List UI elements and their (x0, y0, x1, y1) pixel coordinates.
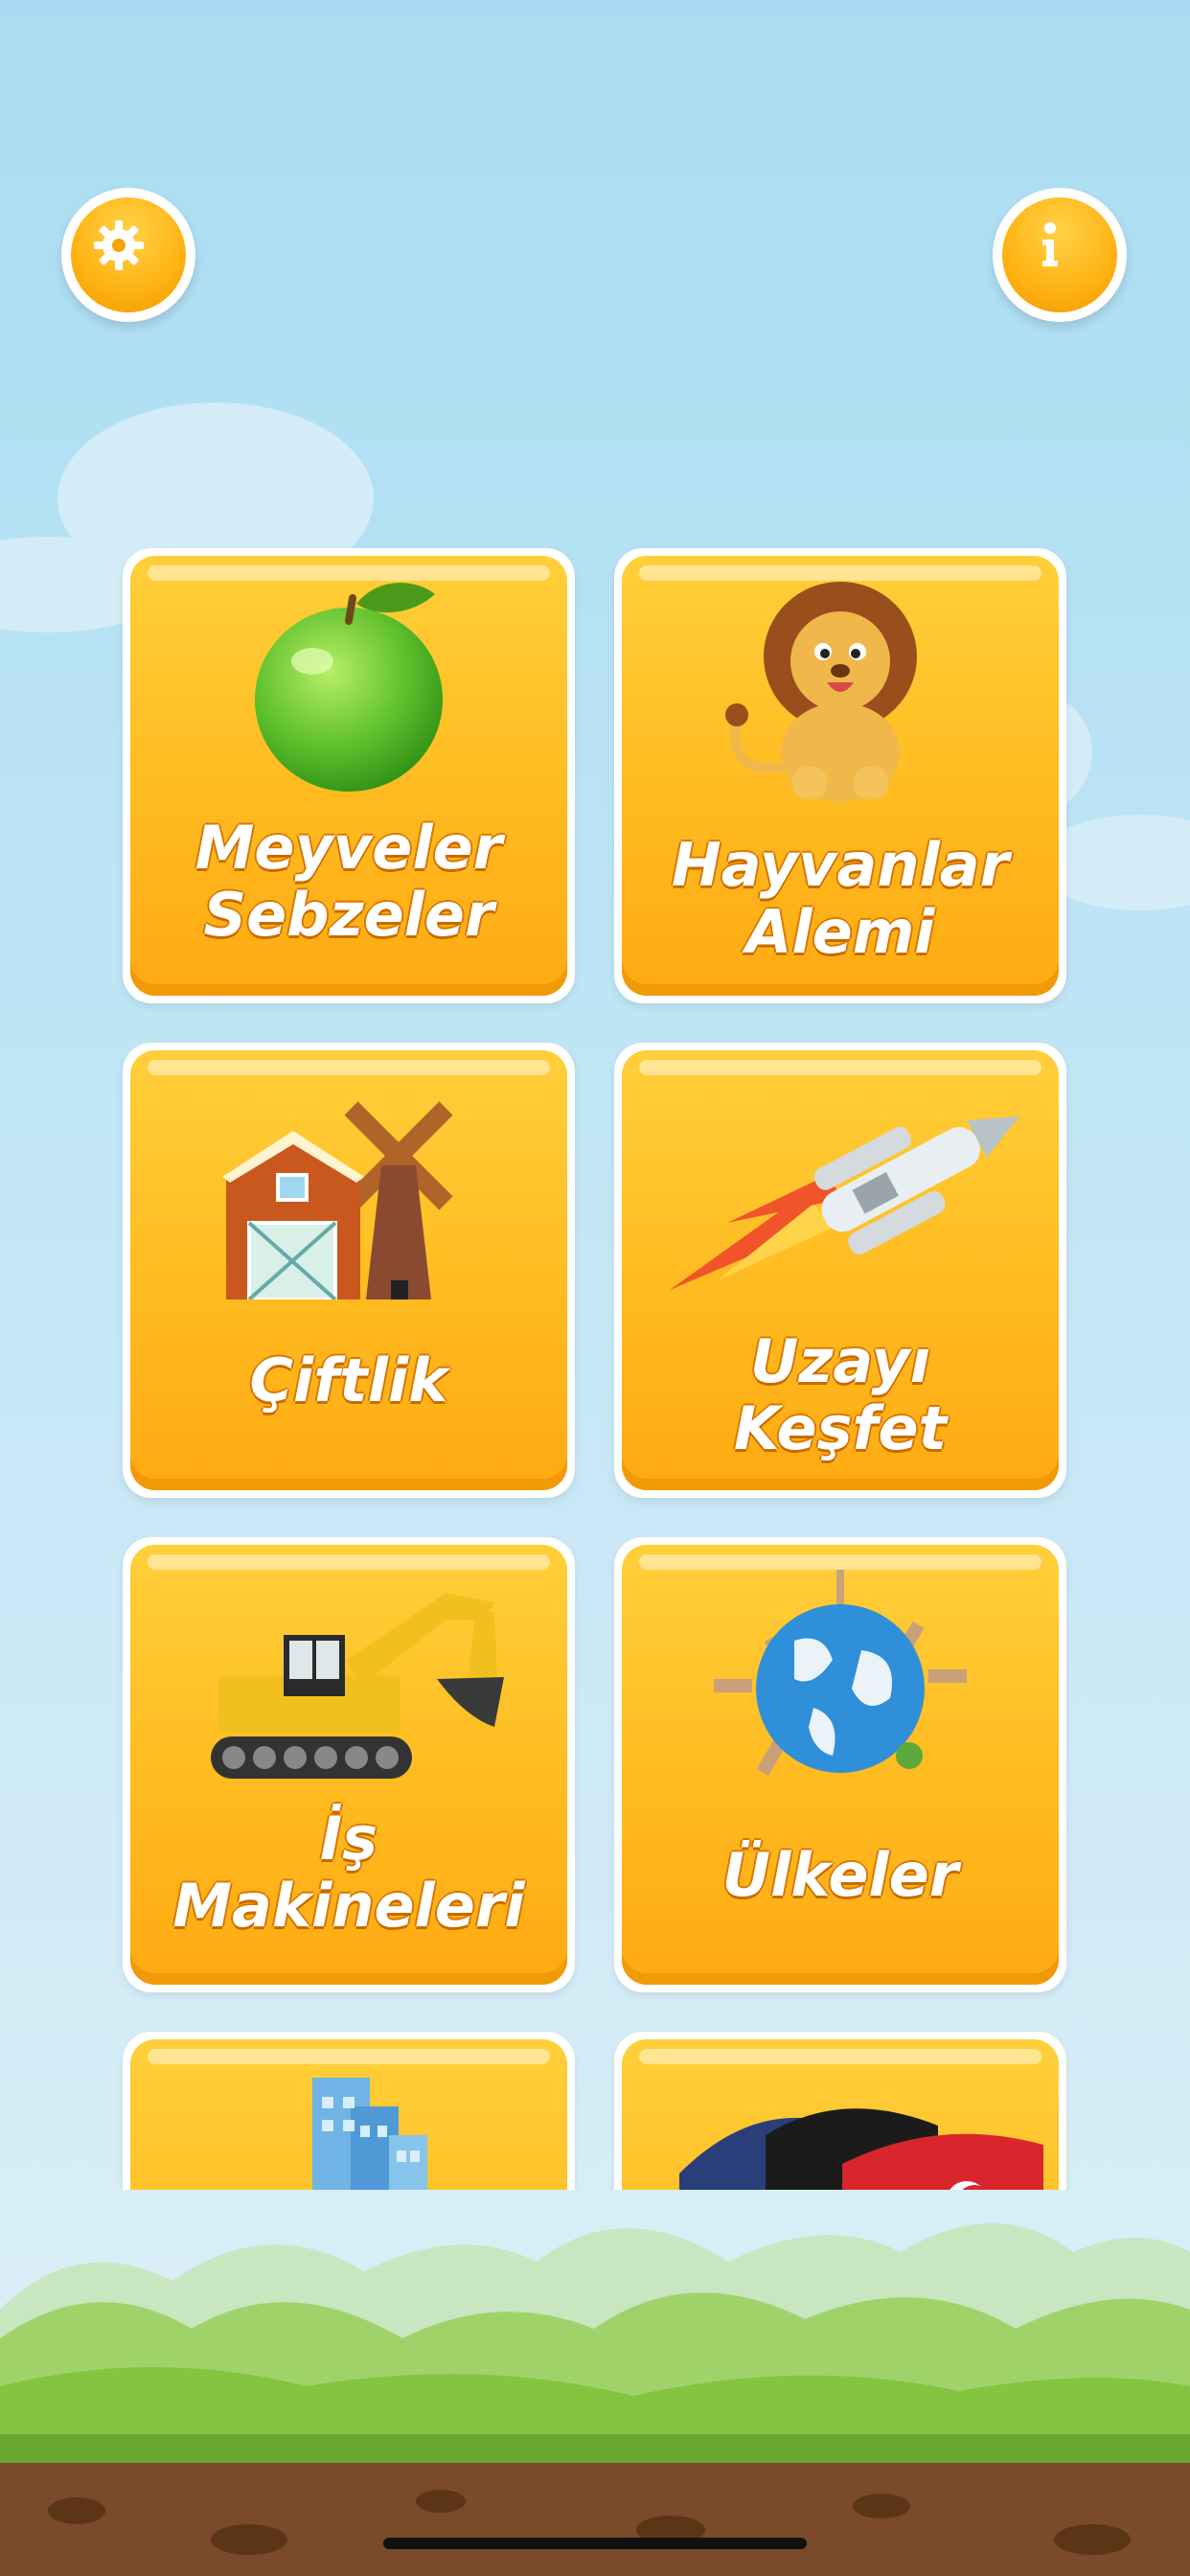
category-label: Meyveler Sebzeler (195, 813, 503, 950)
category-label: Uzayı Keşfet (733, 1326, 948, 1463)
globe-icon (714, 1570, 967, 1776)
category-tile-countries[interactable]: Ülkeler (614, 1537, 1066, 1992)
category-tile-farm[interactable]: Çiftlik (123, 1043, 575, 1498)
tile-face: Çiftlik (130, 1050, 567, 1490)
home-indicator (383, 2538, 807, 2549)
lion-icon (725, 582, 917, 802)
tile-face: Uzayı Keşfet (622, 1050, 1059, 1490)
tile-face: Meyveler Sebzeler (130, 556, 567, 996)
tile-face: Hayvanlar Alemi (622, 556, 1059, 996)
category-label: Ülkeler (721, 1840, 959, 1910)
category-label: İş Makineleri (172, 1804, 525, 1941)
rocket-icon (670, 1116, 1019, 1290)
info-icon (1042, 222, 1058, 266)
category-tile-fruits[interactable]: Meyveler Sebzeler (123, 548, 575, 1003)
category-tile-animals[interactable]: Hayvanlar Alemi (614, 548, 1066, 1003)
category-tile-flags[interactable] (614, 2032, 1066, 2190)
excavator-icon (211, 1593, 504, 1779)
tile-face (130, 2039, 567, 2190)
info-button[interactable] (993, 188, 1127, 322)
buildings-icon (312, 2078, 427, 2190)
landscape-hills (0, 2223, 1190, 2576)
category-grid: Meyveler Sebzeler Hayvanlar Alemi Çiftli… (0, 537, 1190, 2190)
category-tile-buildings[interactable] (123, 2032, 575, 2190)
category-tile-space[interactable]: Uzayı Keşfet (614, 1043, 1066, 1498)
tile-face: Ülkeler (622, 1545, 1059, 1985)
settings-button[interactable] (61, 188, 195, 322)
flags-icon (679, 2108, 1043, 2190)
main-menu-screen: Meyveler Sebzeler Hayvanlar Alemi Çiftli… (0, 0, 1190, 2576)
category-label: Çiftlik (249, 1346, 448, 1415)
tile-face: İş Makineleri (130, 1545, 567, 1985)
category-tile-machines[interactable]: İş Makineleri (123, 1537, 575, 1992)
apple-icon (255, 583, 443, 792)
gear-icon (94, 220, 144, 270)
category-label: Hayvanlar Alemi (671, 830, 1010, 967)
tile-face (622, 2039, 1059, 2190)
farm-windmill-icon (222, 1101, 453, 1300)
